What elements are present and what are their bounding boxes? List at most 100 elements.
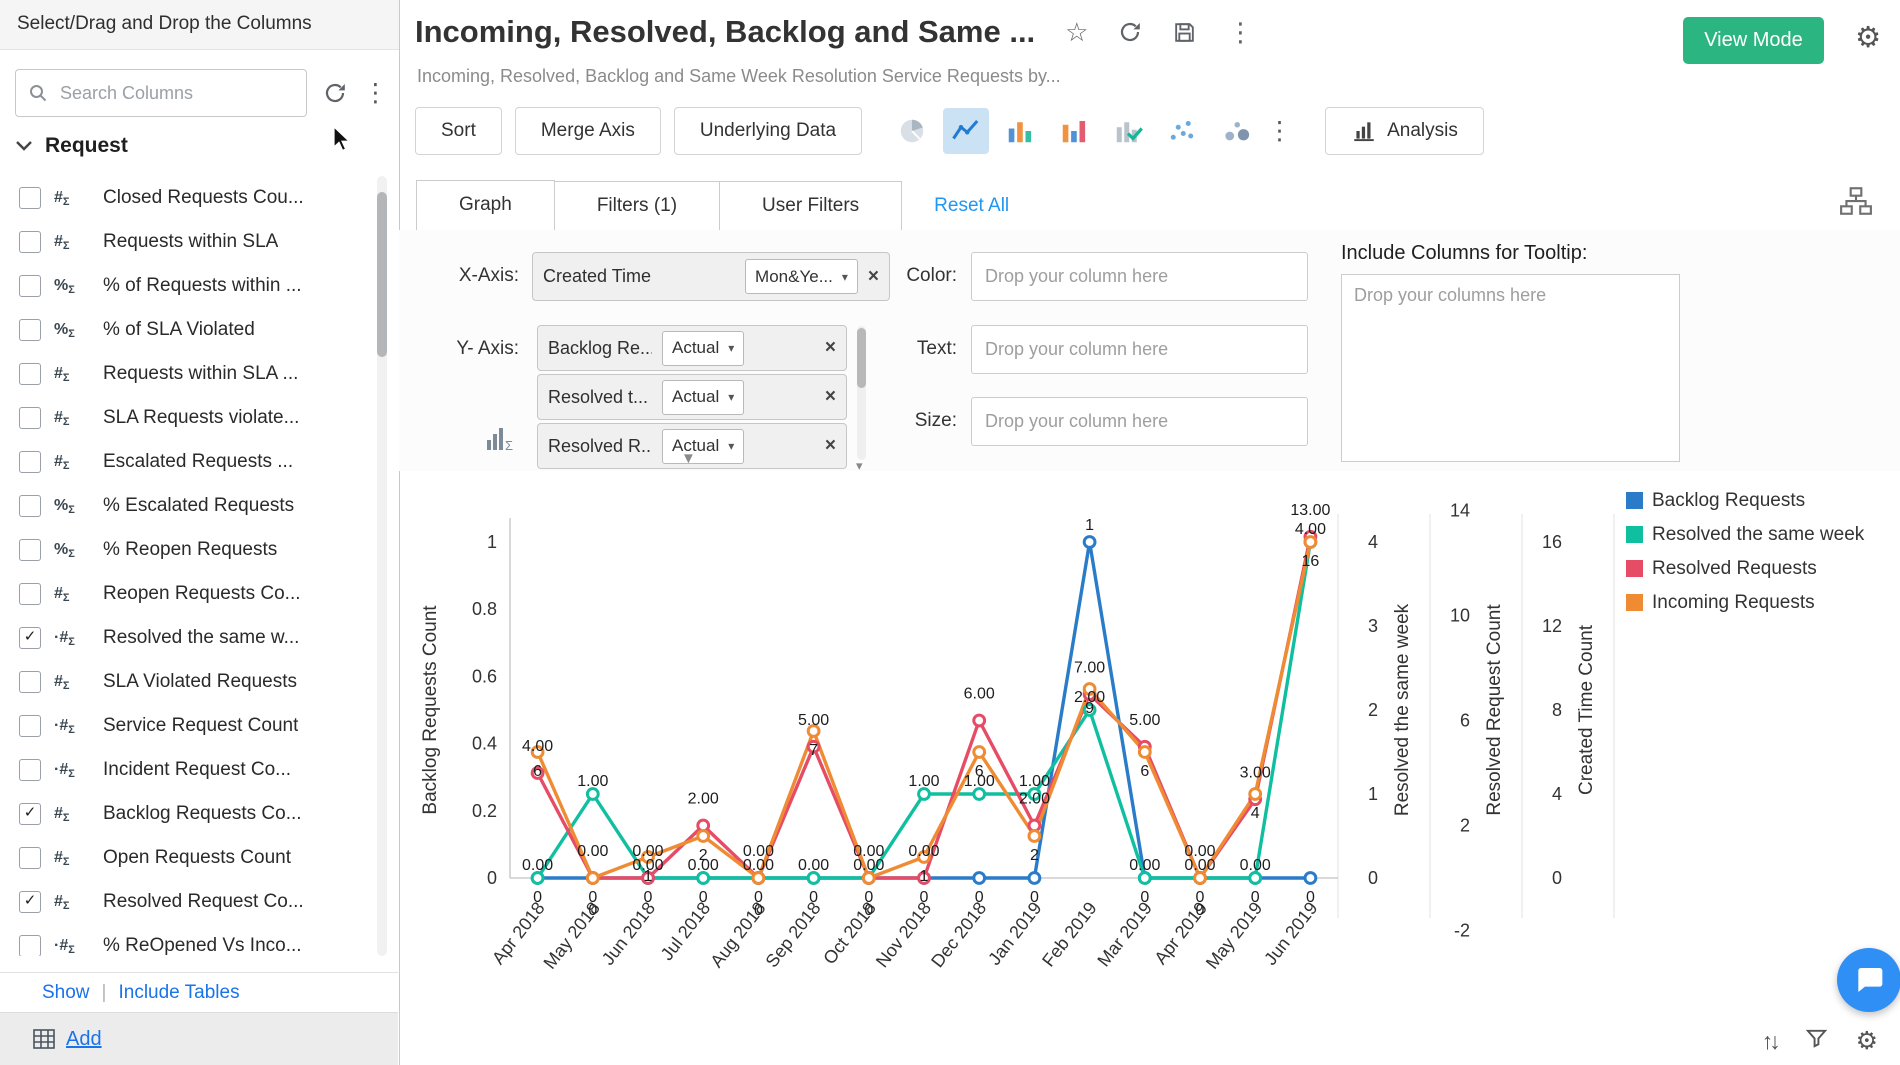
report-kebab-icon[interactable]: ⋮ [1227,19,1253,45]
show-link[interactable]: Show [42,982,90,1004]
column-item[interactable]: #ΣSLA Requests violate... [0,396,366,440]
bar-check-chart-type-icon[interactable] [1105,108,1151,154]
remove-y-column-button[interactable]: × [825,386,836,408]
column-item[interactable]: %Σ% Escalated Requests [0,484,366,528]
underlying-data-button[interactable]: Underlying Data [674,107,862,155]
collapse-panel-handle[interactable]: ▼ [681,450,696,467]
chart-settings-gear-icon[interactable]: ⚙ [1856,1026,1878,1056]
reset-all-link[interactable]: Reset All [934,195,1009,217]
chart-types-kebab-icon[interactable]: ⋮ [1267,119,1292,144]
column-item[interactable]: #ΣRequests within SLA [0,220,366,264]
remove-y-column-button[interactable]: × [825,435,836,457]
text-dropzone[interactable]: Drop your column here [971,325,1308,374]
column-item[interactable]: ✓#ΣResolved Request Co... [0,880,366,924]
filter-funnel-icon[interactable] [1805,1027,1828,1055]
column-item[interactable]: %Σ% of SLA Violated [0,308,366,352]
column-item[interactable]: %Σ% Reopen Requests [0,528,366,572]
chat-fab[interactable] [1837,948,1900,1012]
refresh-columns-icon[interactable] [323,81,347,105]
scrollbar-thumb[interactable] [857,328,866,388]
column-item[interactable]: %Σ% of Requests within ... [0,264,366,308]
y-axis-scrollbar[interactable] [857,326,866,460]
svg-text:Incoming Requests: Incoming Requests [1652,592,1815,613]
bubble-chart-type-icon[interactable] [1213,108,1259,154]
column-checkbox[interactable] [19,715,41,737]
color-dropzone[interactable]: Drop your column here [971,252,1308,301]
column-checkbox[interactable]: ✓ [19,891,41,913]
aggregate-select[interactable]: Actual▾ [662,331,744,366]
column-checkbox[interactable] [19,847,41,869]
fnum-column-icon: ·#Σ [54,761,90,780]
column-item[interactable]: #ΣReopen Requests Co... [0,572,366,616]
scrollbar-thumb[interactable] [377,192,387,357]
tab-user-filters[interactable]: User Filters [720,181,902,230]
sidebar-scrollbar[interactable] [377,176,387,956]
column-checkbox[interactable] [19,451,41,473]
remove-y-column-button[interactable]: × [825,337,836,359]
bar-chart-type-icon[interactable] [997,108,1043,154]
svg-text:6.00: 6.00 [964,686,995,703]
favorite-star-icon[interactable]: ☆ [1065,19,1088,45]
column-item[interactable]: ·#ΣIncident Request Co... [0,748,366,792]
add-link[interactable]: Add [66,1028,102,1051]
sort-button[interactable]: Sort [415,107,502,155]
y-axis-aggregate-icon[interactable]: Σ [485,424,515,457]
column-item[interactable]: #ΣSLA Violated Requests [0,660,366,704]
search-columns-box[interactable] [15,69,307,117]
column-checkbox[interactable] [19,231,41,253]
column-checkbox[interactable] [19,495,41,517]
svg-text:1.00: 1.00 [1019,773,1050,790]
column-item[interactable]: #ΣOpen Requests Count [0,836,366,880]
column-checkbox[interactable] [19,319,41,341]
svg-text:0: 0 [533,889,542,906]
view-mode-button[interactable]: View Mode [1683,17,1824,64]
column-item[interactable]: #ΣClosed Requests Cou... [0,176,366,220]
pie-chart-type-icon[interactable] [889,108,935,154]
column-item[interactable]: #ΣRequests within SLA ... [0,352,366,396]
include-tables-link[interactable]: Include Tables [118,982,239,1004]
column-checkbox[interactable]: ✓ [19,627,41,649]
svg-text:3.00: 3.00 [1240,764,1271,781]
search-columns-input[interactable] [58,82,294,105]
column-checkbox[interactable] [19,935,41,956]
svg-text:5.00: 5.00 [798,712,829,729]
settings-gear-icon[interactable]: ⚙ [1855,20,1881,55]
x-axis-granularity-select[interactable]: Mon&Ye... ▾ [745,259,858,294]
refresh-report-icon[interactable] [1118,20,1142,44]
tooltip-dropzone[interactable]: Drop your columns here [1341,274,1680,462]
column-item[interactable]: ·#Σ% ReOpened Vs Inco... [0,924,366,956]
column-item[interactable]: ·#ΣService Request Count [0,704,366,748]
column-item[interactable]: #ΣEscalated Requests ... [0,440,366,484]
y-axis-pill[interactable]: Resolved t...Actual▾× [537,374,847,420]
column-checkbox[interactable] [19,759,41,781]
column-checkbox[interactable] [19,583,41,605]
column-item[interactable]: ✓·#ΣResolved the same w... [0,616,366,660]
column-chart-type-icon[interactable] [1051,108,1097,154]
sidebar-footer: Show | Include Tables [0,972,398,1013]
column-checkbox[interactable] [19,363,41,385]
x-axis-pill[interactable]: Created Time Mon&Ye... ▾ × [532,252,890,301]
column-checkbox[interactable] [19,671,41,693]
tab-filters[interactable]: Filters (1) [555,181,720,230]
column-checkbox[interactable] [19,539,41,561]
merge-axis-button[interactable]: Merge Axis [515,107,661,155]
aggregate-select[interactable]: Actual▾ [662,429,744,464]
scatter-chart-type-icon[interactable] [1159,108,1205,154]
layout-sitemap-icon[interactable] [1839,186,1873,221]
save-icon[interactable] [1172,20,1197,45]
column-checkbox[interactable]: ✓ [19,803,41,825]
column-item[interactable]: ✓#ΣBacklog Requests Co... [0,792,366,836]
tab-graph[interactable]: Graph [416,180,555,231]
size-dropzone[interactable]: Drop your column here [971,397,1308,446]
aggregate-select[interactable]: Actual▾ [662,380,744,415]
column-checkbox[interactable] [19,407,41,429]
y-axis-pill[interactable]: Backlog Re...Actual▾× [537,325,847,371]
table-section-request[interactable]: Request [16,134,128,158]
sidebar-kebab-icon[interactable]: ⋮ [363,81,388,106]
y-axis-scroll-down-icon[interactable]: ▾ [856,458,863,474]
column-checkbox[interactable] [19,187,41,209]
line-chart-type-icon[interactable] [943,108,989,154]
column-checkbox[interactable] [19,275,41,297]
analysis-button[interactable]: Analysis [1325,107,1484,155]
sort-order-icon[interactable]: ↑↓ [1762,1028,1777,1055]
